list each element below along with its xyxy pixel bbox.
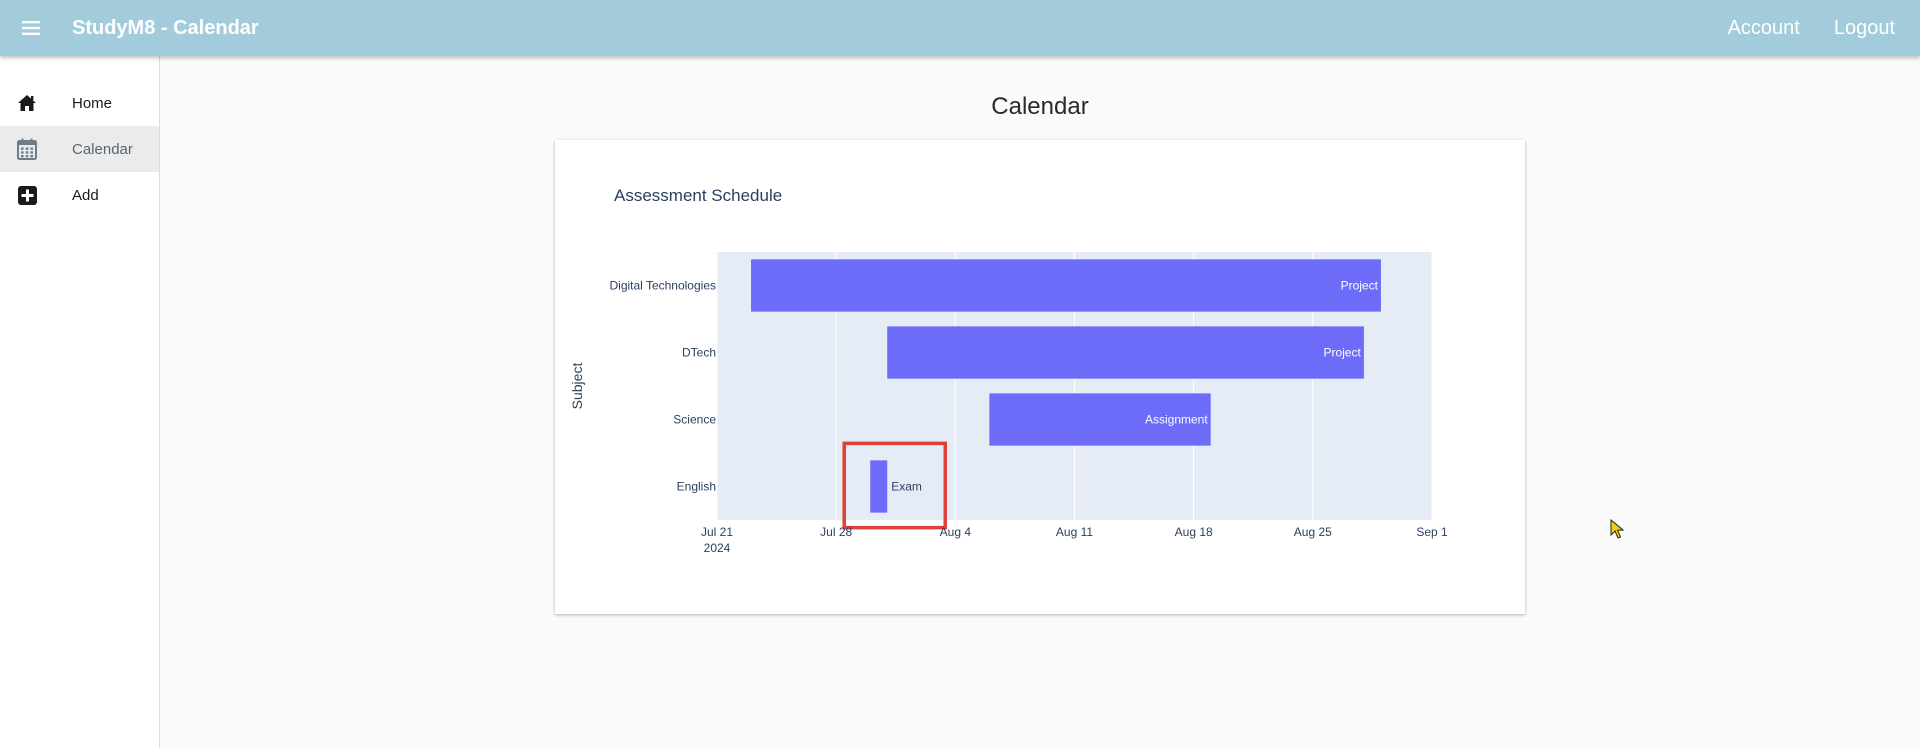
sidebar-item-label: Calendar — [72, 140, 133, 158]
plus-square-icon — [0, 185, 72, 205]
page-title: Calendar — [991, 93, 1089, 120]
y-tick-label: English — [677, 480, 716, 494]
hamburger-menu-icon — [22, 21, 40, 35]
task-bar — [751, 259, 1381, 312]
x-tick-label: Jul 28 — [820, 525, 852, 539]
bar-label: Project — [1324, 346, 1362, 360]
y-tick-label: DTech — [682, 346, 716, 360]
task-bar — [870, 460, 888, 513]
account-link[interactable]: Account — [1728, 17, 1800, 40]
x-tick-label: Jul 21 — [701, 525, 733, 539]
y-tick-label: Digital Technologies — [609, 279, 716, 293]
menu-button[interactable] — [0, 0, 62, 56]
y-axis-title: Subject — [569, 363, 585, 410]
x-tick-label: Aug 4 — [940, 525, 972, 539]
x-tick-label: Aug 18 — [1175, 525, 1213, 539]
sidebar-item-label: Add — [72, 186, 99, 204]
bar-label: Exam — [891, 480, 922, 494]
calendar-icon — [0, 138, 72, 160]
home-icon — [0, 94, 72, 112]
chart-title: Assessment Schedule — [614, 186, 782, 205]
sidebar-item-home[interactable]: Home — [0, 80, 159, 126]
sidebar: Home Calendar Add — [0, 56, 160, 748]
chart-card: Assessment Schedule Digital Technologies D… — [555, 140, 1525, 614]
task-bar — [887, 326, 1364, 379]
x-tick-label: Aug 11 — [1056, 525, 1093, 539]
y-tick-label: Science — [673, 413, 716, 427]
x-tick-label: Sep 1 — [1416, 525, 1448, 539]
assessment-schedule-chart: Assessment Schedule Digital Technologies D… — [569, 186, 1448, 555]
app-title: StudyM8 - Calendar — [72, 16, 259, 39]
sidebar-item-add[interactable]: Add — [0, 172, 159, 218]
top-app-bar: StudyM8 - Calendar Account Logout — [0, 0, 1920, 56]
x-tick-year-label: 2024 — [704, 541, 731, 555]
x-tick-label: Aug 25 — [1294, 525, 1332, 539]
bar-label: Project — [1341, 279, 1379, 293]
logout-link[interactable]: Logout — [1834, 17, 1895, 40]
mouse-cursor-icon — [1610, 519, 1624, 539]
sidebar-item-label: Home — [72, 94, 113, 112]
sidebar-item-calendar[interactable]: Calendar — [0, 126, 159, 172]
bar-label: Assignment — [1145, 413, 1208, 427]
